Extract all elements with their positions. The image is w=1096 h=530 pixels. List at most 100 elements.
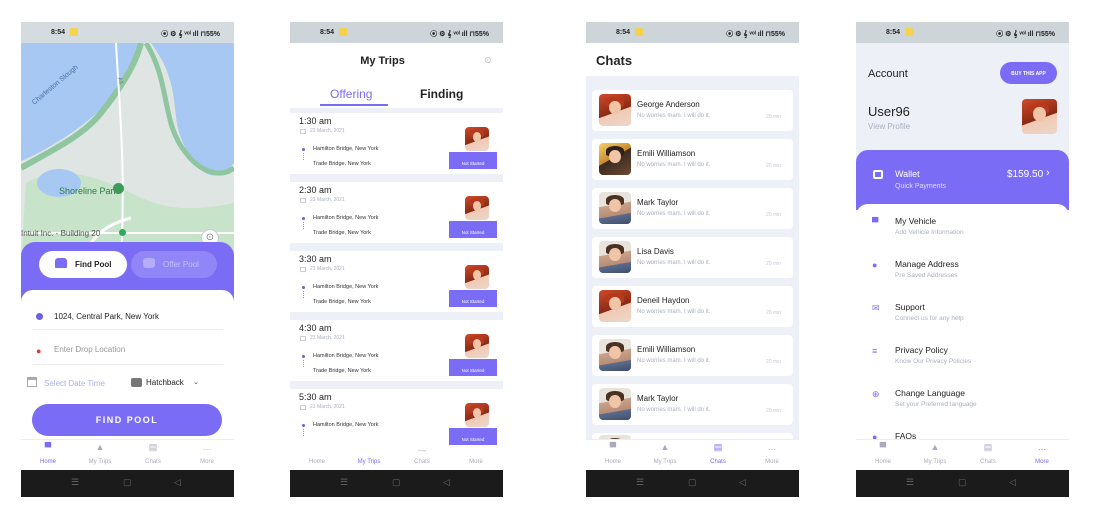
avatar [599, 143, 631, 175]
menu-icon[interactable]: ☰ [906, 477, 914, 488]
menu-icon[interactable]: ☰ [636, 477, 644, 488]
status-badge: Not Started [449, 428, 497, 445]
nav-chats[interactable]: ▤ Chats [698, 443, 738, 466]
nav-home[interactable]: ▀ Home [593, 442, 633, 466]
page-title: Chats [596, 53, 633, 68]
offer-pool-tab[interactable]: Offer Pool [131, 251, 217, 278]
profile-avatar[interactable] [1022, 99, 1057, 134]
status-icons: ⦿ ⚙ 𝄞 ᵛᵒˡ ıll ⊓55% [996, 31, 1055, 38]
view-profile-link[interactable]: View Profile [868, 122, 910, 131]
wallet-card[interactable]: Wallet Quick Payments $159.50 › [856, 150, 1069, 210]
calendar-icon [27, 377, 37, 387]
menu-icon[interactable]: ☰ [340, 477, 348, 488]
date-time-input[interactable]: Select Date Time [44, 379, 105, 388]
avatar-face [609, 150, 621, 164]
status-badge: Not Started [449, 221, 497, 238]
route-line [303, 360, 304, 367]
home-square-icon[interactable]: ▢ [123, 477, 132, 488]
chat-row[interactable]: Mark Taylor No worries mam. I will do it.… [592, 188, 793, 229]
route-line [303, 291, 304, 298]
chat-row[interactable] [592, 433, 793, 439]
trip-from: Hamilton Bridge, New York [313, 146, 379, 152]
trip-to: Trade Bridge, New York [313, 368, 371, 374]
nav-home-label: Home [308, 459, 325, 465]
pickup-location-field[interactable]: 1024, Central Park, New York [54, 312, 159, 321]
navigation-icon: ▲ [930, 442, 940, 452]
bottom-nav: ▀ Home ▲ My Trips ▤ Chats … More [21, 439, 234, 470]
trip-card[interactable]: 1:30 am 23 March, 2021 Hamilton Bridge, Ne… [290, 113, 503, 174]
calendar-icon [300, 198, 306, 203]
nav-my-trips[interactable]: ▲ My Trips [645, 443, 685, 466]
vehicle-select[interactable]: Hatchback [146, 378, 184, 387]
android-nav-bar: ☰ ▢ ◁ [21, 470, 234, 497]
car-icon: ▀ [609, 442, 617, 452]
location-pin-icon: ● [872, 260, 878, 270]
filter-icon[interactable]: ⊙ [484, 55, 492, 66]
nav-more[interactable]: … More [752, 443, 792, 466]
drop-location-input[interactable]: Enter Drop Location [54, 345, 125, 354]
trip-card[interactable]: 5:30 am 23 March, 2021 Hamilton Bridge, Ne… [290, 389, 503, 450]
trip-card[interactable]: 3:30 am 23 March, 2021 Hamilton Bridge, Ne… [290, 251, 503, 312]
find-pool-tab[interactable]: Find Pool [39, 251, 127, 278]
nav-my-trips[interactable]: ▲ My Trips [915, 442, 955, 466]
menu-item[interactable]: ≡ Privacy Policy Know Our Privacy Policies [856, 344, 1069, 380]
trip-time: 1:30 am [299, 116, 332, 126]
avatar [599, 192, 631, 224]
find-pool-button[interactable]: FIND POOL [32, 404, 222, 436]
nav-more-label: More [765, 459, 779, 465]
menu-item[interactable]: ⊕ Change Language Set your Preferred langu… [856, 387, 1069, 423]
chat-time: 20 min [766, 163, 782, 169]
back-icon[interactable]: ◁ [1009, 477, 1016, 488]
menu-item[interactable]: ▀ My Vehicle Add Vehicle Information [856, 215, 1069, 251]
nav-more[interactable]: … More [187, 442, 227, 466]
nav-my-trips[interactable]: ▲ My Trips [80, 443, 120, 466]
nav-more[interactable]: … More [1022, 443, 1062, 466]
back-icon[interactable]: ◁ [739, 477, 746, 488]
trip-card[interactable]: 4:30 am 23 March, 2021 Hamilton Bridge, Ne… [290, 320, 503, 381]
privacy-icon: ≡ [872, 346, 878, 356]
avatar [599, 388, 631, 420]
menu-item[interactable]: ✉ Support Connect us for any help [856, 301, 1069, 337]
status-bar: 8:54 ⦿ ⚙ 𝄞 ᵛᵒˡ ıll ⊓55% [856, 22, 1069, 43]
chat-row[interactable]: Lisa Davis No worries mam. I will do it. 2… [592, 237, 793, 278]
back-icon[interactable]: ◁ [443, 477, 450, 488]
nav-chats[interactable]: ▤ Chats [133, 443, 173, 466]
menu-icon[interactable]: ☰ [71, 477, 79, 488]
menu-item[interactable]: ● FAQs [856, 430, 1069, 439]
more-icon: … [202, 442, 212, 452]
home-square-icon[interactable]: ▢ [392, 477, 401, 488]
chevron-down-icon: ⌄ [193, 379, 199, 386]
avatar-face [609, 248, 621, 262]
find-pool-label: Find Pool [75, 260, 112, 269]
trip-from: Hamilton Bridge, New York [313, 422, 379, 428]
nav-home[interactable]: ▀ Home [28, 443, 68, 466]
back-icon[interactable]: ◁ [174, 477, 181, 488]
bottom-nav: ▀ Home ▲ My Trips ▤ Chats … More [856, 439, 1069, 470]
chat-message: No worries mam. I will do it. [637, 407, 711, 413]
android-nav-bar: ☰ ▢ ◁ [290, 470, 503, 497]
chat-row[interactable]: Deneil Haydon No worries mam. I will do i… [592, 286, 793, 327]
menu-item[interactable]: ● Manage Address Pre Saved Addresses [856, 258, 1069, 294]
tab-offering[interactable]: Offering [330, 87, 372, 101]
home-square-icon[interactable]: ▢ [688, 477, 697, 488]
nav-chats-label: Chats [980, 459, 996, 465]
status-icons: ⦿ ⚙ 𝄞 ᵛᵒˡ ıll ⊓55% [161, 31, 220, 38]
from-dot-icon [302, 424, 305, 427]
nav-home[interactable]: ▀ Home [863, 443, 903, 466]
chat-row[interactable]: Emili Williamson No worries mam. I will d… [592, 139, 793, 180]
nav-chats[interactable]: ▤ Chats [968, 443, 1008, 466]
menu-item-subtitle: Add Vehicle Information [895, 229, 964, 236]
status-label: Not Started [461, 299, 485, 304]
route-line [303, 429, 304, 436]
chat-row[interactable]: George Anderson No worries mam. I will do… [592, 90, 793, 131]
buy-app-button[interactable]: BUY THIS APP [1000, 62, 1057, 84]
tab-offering-underline [320, 104, 388, 106]
status-badge: Not Started [449, 152, 497, 169]
map[interactable]: Charleston Slough Shoreline Park Intuit … [21, 43, 234, 263]
chat-row[interactable]: Emili Williamson No worries mam. I will d… [592, 335, 793, 376]
home-square-icon[interactable]: ▢ [958, 477, 967, 488]
tab-finding[interactable]: Finding [420, 87, 463, 101]
trip-card[interactable]: 2:30 am 23 March, 2021 Hamilton Bridge, Ne… [290, 182, 503, 243]
screen-chats: 8:54 ⦿ ⚙ 𝄞 ᵛᵒˡ ıll ⊓55% Chats ▀ Home ▲ My … [586, 22, 799, 497]
chat-row[interactable]: Mark Taylor No worries mam. I will do it.… [592, 384, 793, 425]
